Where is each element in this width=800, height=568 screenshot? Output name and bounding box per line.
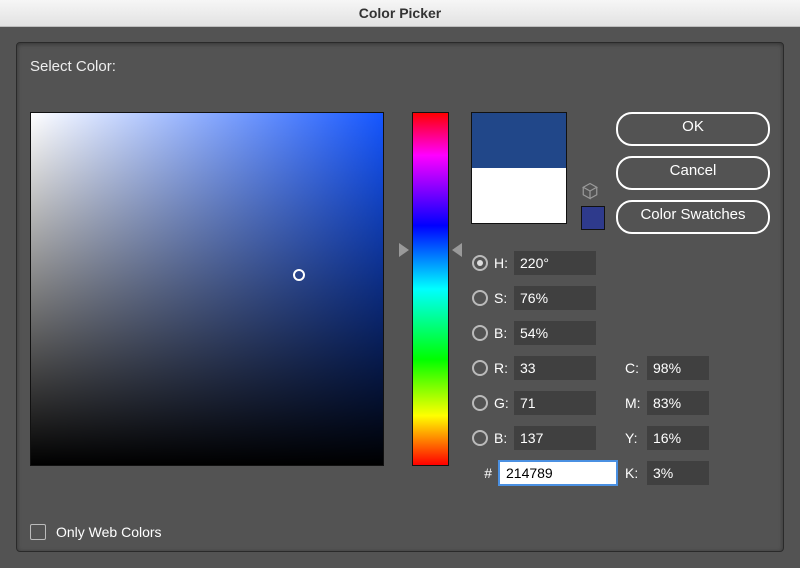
previous-color-swatch[interactable] [581,206,605,230]
window-title: Color Picker [0,0,800,27]
hue-slider[interactable] [412,112,449,466]
mode-input-Bv[interactable] [514,321,596,345]
mode-label-H: H: [494,255,514,271]
hex-label: # [472,465,492,481]
cmyk-label-M: M: [625,395,647,411]
cmyk-input-K[interactable] [647,461,709,485]
cmyk-input-Y[interactable] [647,426,709,450]
mode-input-B[interactable] [514,426,596,450]
mode-input-G[interactable] [514,391,596,415]
select-color-label: Select Color: [30,58,116,75]
mode-radio-Bv[interactable] [472,325,488,341]
preview-current-color[interactable] [472,168,566,223]
mode-label-B: B: [494,430,514,446]
cmyk-input-C[interactable] [647,356,709,380]
hue-thumb-right-icon[interactable] [452,243,462,257]
mode-label-S: S: [494,290,514,306]
mode-label-G: G: [494,395,514,411]
cancel-button[interactable]: Cancel [616,156,770,190]
mode-radio-G[interactable] [472,395,488,411]
preview-new-color [472,113,566,168]
checkbox-icon [30,524,46,540]
ok-button[interactable]: OK [616,112,770,146]
mode-radio-H[interactable] [472,255,488,271]
web-colors-label: Only Web Colors [56,524,162,540]
cube-icon [581,182,599,200]
cmyk-input-M[interactable] [647,391,709,415]
cmyk-label-C: C: [625,360,647,376]
hue-thumb-left-icon[interactable] [399,243,409,257]
mode-radio-S[interactable] [472,290,488,306]
mode-label-R: R: [494,360,514,376]
hue-gradient [412,112,449,466]
mode-radio-R[interactable] [472,360,488,376]
hex-input[interactable] [498,460,618,486]
mode-input-S[interactable] [514,286,596,310]
color-preview [471,112,567,224]
cmyk-label-K: K: [625,465,647,481]
mode-input-H[interactable] [514,251,596,275]
mode-radio-B[interactable] [472,430,488,446]
mode-label-Bv: B: [494,325,514,341]
mode-input-R[interactable] [514,356,596,380]
color-swatches-button[interactable]: Color Swatches [616,200,770,234]
color-field[interactable] [30,112,384,466]
cmyk-label-Y: Y: [625,430,647,446]
web-colors-checkbox[interactable]: Only Web Colors [30,524,162,540]
color-field-marker[interactable] [293,269,305,281]
